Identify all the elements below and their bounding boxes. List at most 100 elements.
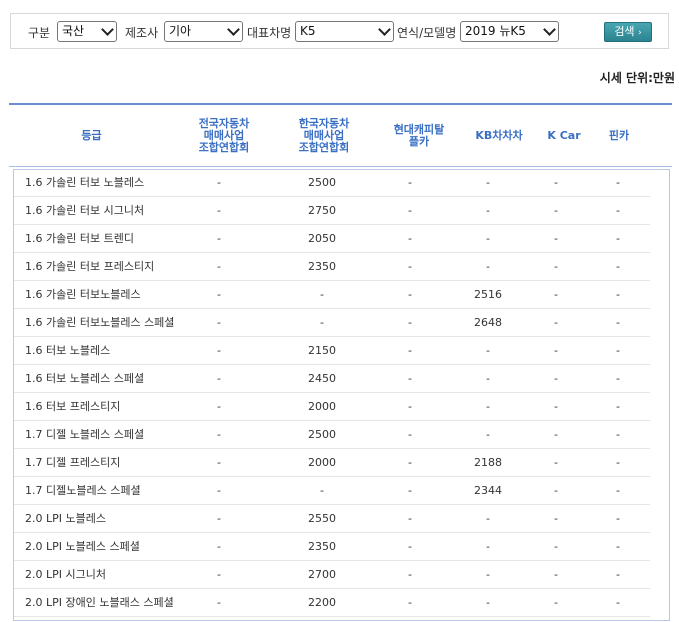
price-cell: - <box>616 344 620 357</box>
chevron-down-icon <box>101 23 114 36</box>
header-kb-chachacha: KB차차차 <box>475 128 523 142</box>
header-kcar: K Car <box>547 128 581 142</box>
price-cell: - <box>408 512 412 525</box>
price-cell: - <box>486 372 490 385</box>
price-cell: - <box>217 204 221 217</box>
price-cell: - <box>217 484 221 497</box>
price-cell: - <box>408 316 412 329</box>
header-grade: 등급 <box>81 128 102 142</box>
chevron-down-icon <box>227 23 240 36</box>
header-national-association: 전국자동차 매매사업 조합연합회 <box>198 116 250 154</box>
price-cell: - <box>554 428 558 441</box>
table-row: 1.6 가솔린 터보 프레스티지 -2350- - - - <box>14 253 650 281</box>
price-cell: - <box>486 400 490 413</box>
price-cell: 2500 <box>308 428 336 441</box>
chevron-down-icon <box>543 23 556 36</box>
price-cell: - <box>616 204 620 217</box>
price-cell: - <box>408 540 412 553</box>
price-cell: - <box>486 232 490 245</box>
price-cell: - <box>616 484 620 497</box>
price-cell: - <box>554 540 558 553</box>
price-cell: 2750 <box>308 204 336 217</box>
price-cell: - <box>408 176 412 189</box>
price-cell: - <box>616 372 620 385</box>
price-cell: 2000 <box>308 456 336 469</box>
price-cell: - <box>554 372 558 385</box>
price-cell: - <box>408 260 412 273</box>
price-cell: - <box>554 400 558 413</box>
filter-bar: 구분 국산 제조사 기아 대표차명 K5 연식/모델명 2019 뉴K5 검색 … <box>10 13 669 49</box>
price-cell: 2050 <box>308 232 336 245</box>
table-row: 1.7 디젤노블레스 스페셜 - - -2344- - <box>14 477 650 505</box>
price-cell: - <box>408 232 412 245</box>
price-cell: - <box>616 512 620 525</box>
price-cell: - <box>616 176 620 189</box>
price-cell: - <box>616 428 620 441</box>
table-row: 2.0 LPI 노블레스 스페셜 -2350- - - - <box>14 533 650 561</box>
price-cell: - <box>217 568 221 581</box>
price-cell: - <box>554 316 558 329</box>
price-cell: 2550 <box>308 512 336 525</box>
price-cell: - <box>217 176 221 189</box>
price-cell: - <box>217 400 221 413</box>
year-select[interactable]: 2019 뉴K5 <box>460 21 559 42</box>
table-row: 1.6 터보 프레스티지 -2000- - - - <box>14 393 650 421</box>
price-cell: - <box>217 540 221 553</box>
price-cell: - <box>408 568 412 581</box>
price-cell: - <box>320 484 324 497</box>
price-cell: 2188 <box>474 456 502 469</box>
price-cell: - <box>408 596 412 609</box>
category-select[interactable]: 국산 <box>57 21 117 42</box>
price-cell: - <box>408 372 412 385</box>
price-cell: - <box>554 512 558 525</box>
price-cell: - <box>320 316 324 329</box>
category-label: 구분 <box>28 26 51 40</box>
category-value: 국산 <box>62 24 85 38</box>
table-row: 2.0 LPI 시그니처 -2700- - - - <box>14 561 650 589</box>
price-cell: - <box>408 204 412 217</box>
model-label: 대표차명 <box>247 26 292 40</box>
price-cell: - <box>554 596 558 609</box>
price-cell: 2450 <box>308 372 336 385</box>
price-cell: 2700 <box>308 568 336 581</box>
price-cell: - <box>486 344 490 357</box>
search-button[interactable]: 검색 › <box>604 22 652 42</box>
price-cell: - <box>616 540 620 553</box>
price-cell: - <box>616 260 620 273</box>
price-cell: - <box>616 456 620 469</box>
price-cell: 2516 <box>474 288 502 301</box>
price-cell: - <box>554 176 558 189</box>
price-cell: - <box>554 260 558 273</box>
model-value: K5 <box>300 24 316 38</box>
table-row: 1.7 디젤 노블레스 스페셜 -2500- - - - <box>14 421 650 449</box>
price-cell: 2648 <box>474 316 502 329</box>
price-cell: - <box>217 260 221 273</box>
price-cell: - <box>554 456 558 469</box>
price-cell: - <box>408 484 412 497</box>
model-select[interactable]: K5 <box>295 21 394 42</box>
price-cell: - <box>486 428 490 441</box>
price-cell: - <box>554 204 558 217</box>
price-cell: - <box>616 316 620 329</box>
maker-select[interactable]: 기아 <box>164 21 243 42</box>
price-cell: - <box>408 344 412 357</box>
year-label: 연식/모델명 <box>397 26 457 40</box>
price-cell: 2344 <box>474 484 502 497</box>
price-cell: - <box>486 540 490 553</box>
price-cell: 2200 <box>308 596 336 609</box>
price-cell: - <box>320 288 324 301</box>
price-cell: - <box>554 484 558 497</box>
table-row: 1.7 디젤 프레스티지 -2000-2188- - <box>14 449 650 477</box>
price-cell: - <box>217 316 221 329</box>
price-cell: - <box>616 232 620 245</box>
table-row: 1.6 터보 노블레스 -2150- - - - <box>14 337 650 365</box>
price-cell: - <box>408 288 412 301</box>
price-cell: - <box>616 400 620 413</box>
price-cell: - <box>486 596 490 609</box>
price-cell: - <box>408 400 412 413</box>
price-cell: 2150 <box>308 344 336 357</box>
search-button-label: 검색 <box>614 25 635 38</box>
chevron-down-icon <box>378 23 391 36</box>
table-row: 1.6 가솔린 터보노블레스 스페셜 - - -2648- - <box>14 309 650 337</box>
table-header: 등급 전국자동차 매매사업 조합연합회 한국자동차 매매사업 조합연합회 현대캐피탈 … <box>9 105 672 167</box>
